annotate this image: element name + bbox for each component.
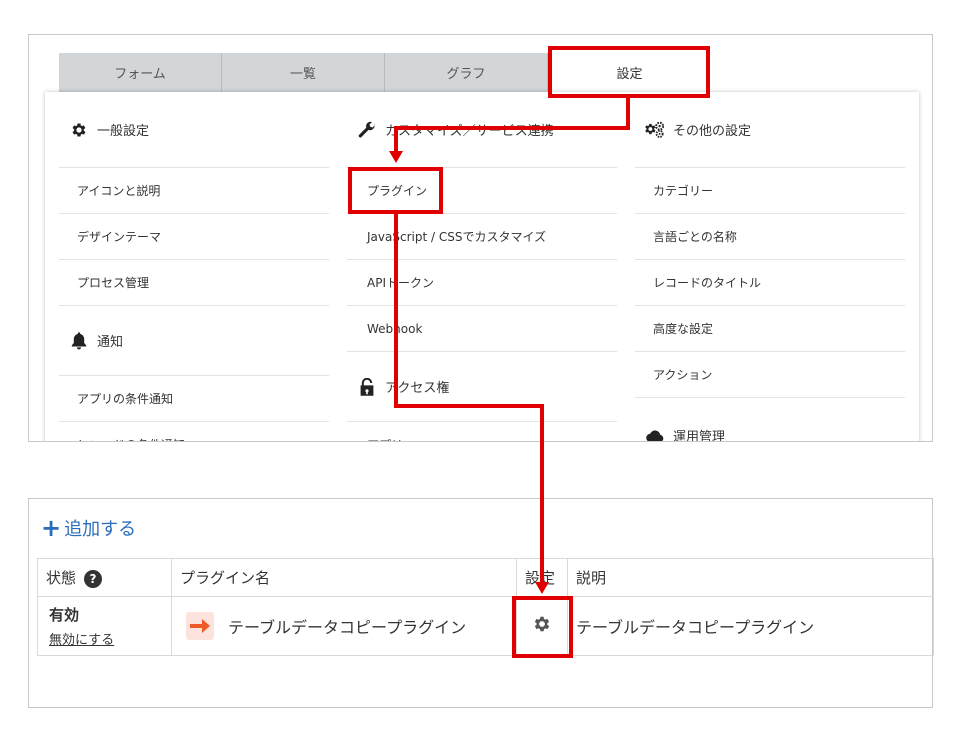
section-other: その他の設定 xyxy=(635,92,905,168)
settings-column-general: 一般設定 アイコンと説明 デザインテーマ プロセス管理 通知 アプリの条件通知 … xyxy=(59,92,329,441)
connector-line xyxy=(394,126,398,154)
settings-item-app-notification[interactable]: アプリの条件通知 xyxy=(59,376,329,422)
connector-line xyxy=(394,404,544,408)
settings-item-js-css-customize[interactable]: JavaScript / CSSでカスタマイズ xyxy=(347,214,617,260)
settings-item-record-notification[interactable]: レコードの条件通知 xyxy=(59,422,329,441)
highlight-plugin-settings-gear xyxy=(512,596,573,658)
col-name-header: プラグイン名 xyxy=(171,558,517,597)
plugin-name-cell: テーブルデータコピープラグイン xyxy=(171,596,517,656)
section-ops: 運用管理 xyxy=(635,398,905,442)
section-other-title: その他の設定 xyxy=(673,124,752,139)
disable-plugin-link[interactable]: 無効にする xyxy=(49,629,171,648)
section-access: アクセス権 xyxy=(347,352,617,422)
wrench-icon xyxy=(357,120,377,140)
settings-item-category[interactable]: カテゴリー xyxy=(635,168,905,214)
arrow-head xyxy=(389,151,403,163)
connector-line xyxy=(626,96,630,129)
section-ops-title: 運用管理 xyxy=(673,430,726,442)
plugin-name: テーブルデータコピープラグイン xyxy=(228,618,467,637)
plugin-state: 有効 xyxy=(49,606,80,624)
settings-item-action[interactable]: アクション xyxy=(635,352,905,398)
gear-icon xyxy=(69,120,89,140)
settings-item-record-title[interactable]: レコードのタイトル xyxy=(635,260,905,306)
settings-item-icon-description[interactable]: アイコンと説明 xyxy=(59,168,329,214)
help-icon[interactable]: ? xyxy=(84,569,103,588)
tab-form[interactable]: フォーム xyxy=(59,53,222,92)
add-plugin-link[interactable]: + 追加する xyxy=(41,515,136,541)
settings-item-app-permissions[interactable]: アプリ xyxy=(347,422,617,441)
add-plugin-label: 追加する xyxy=(64,519,137,540)
plugin-desc-cell: テーブルデータコピープラグイン xyxy=(567,596,934,656)
connector-line xyxy=(394,126,630,130)
arrow-head xyxy=(535,582,549,594)
settings-item-webhook[interactable]: Webhook xyxy=(347,306,617,352)
cloud-icon xyxy=(645,426,665,441)
section-customize: カスタマイズ／サービス連携 xyxy=(347,92,617,168)
plus-icon: + xyxy=(41,514,62,542)
settings-item-language-names[interactable]: 言語ごとの名称 xyxy=(635,214,905,260)
col-state-label: 状態 xyxy=(46,569,77,587)
tab-list[interactable]: 一覧 xyxy=(222,53,385,92)
settings-column-other: その他の設定 カテゴリー 言語ごとの名称 レコードのタイトル 高度な設定 アクシ… xyxy=(635,92,905,442)
plugin-state-cell: 有効 無効にする xyxy=(37,596,172,656)
plugin-list-panel: + 追加する 状態? プラグイン名 設定 説明 有効 無効にする テーブルデータ… xyxy=(28,498,934,708)
highlight-settings-tab xyxy=(548,46,710,98)
plugin-table-header: 状態? プラグイン名 設定 説明 xyxy=(37,558,934,597)
settings-item-advanced[interactable]: 高度な設定 xyxy=(635,306,905,352)
table-row: 有効 無効にする テーブルデータコピープラグイン テーブルデータコピープラグイン xyxy=(37,596,934,656)
settings-menu: 一般設定 アイコンと説明 デザインテーマ プロセス管理 通知 アプリの条件通知 … xyxy=(45,92,919,442)
lock-icon xyxy=(357,377,377,397)
section-general: 一般設定 xyxy=(59,92,329,168)
connector-line xyxy=(540,404,544,584)
connector-line xyxy=(394,212,398,408)
col-desc-header: 説明 xyxy=(567,558,934,597)
bell-icon xyxy=(69,331,89,351)
plugin-table: 状態? プラグイン名 設定 説明 有効 無効にする テーブルデータコピープラグイ… xyxy=(37,558,934,656)
settings-item-process-management[interactable]: プロセス管理 xyxy=(59,260,329,306)
arrow-right-icon xyxy=(186,612,214,640)
settings-item-design-theme[interactable]: デザインテーマ xyxy=(59,214,329,260)
highlight-plugin-item xyxy=(348,167,443,214)
section-notify: 通知 xyxy=(59,306,329,376)
settings-item-api-token[interactable]: APIトークン xyxy=(347,260,617,306)
gears-icon xyxy=(645,120,665,140)
app-settings-panel: フォーム 一覧 グラフ 設定 一般設定 アイコンと説明 デザインテーマ プロセス… xyxy=(28,34,933,442)
col-state-header: 状態? xyxy=(37,558,172,597)
tab-graph[interactable]: グラフ xyxy=(385,53,548,92)
section-notify-title: 通知 xyxy=(97,335,124,350)
settings-column-customize: カスタマイズ／サービス連携 プラグイン JavaScript / CSSでカスタ… xyxy=(347,92,617,441)
section-general-title: 一般設定 xyxy=(97,124,150,139)
